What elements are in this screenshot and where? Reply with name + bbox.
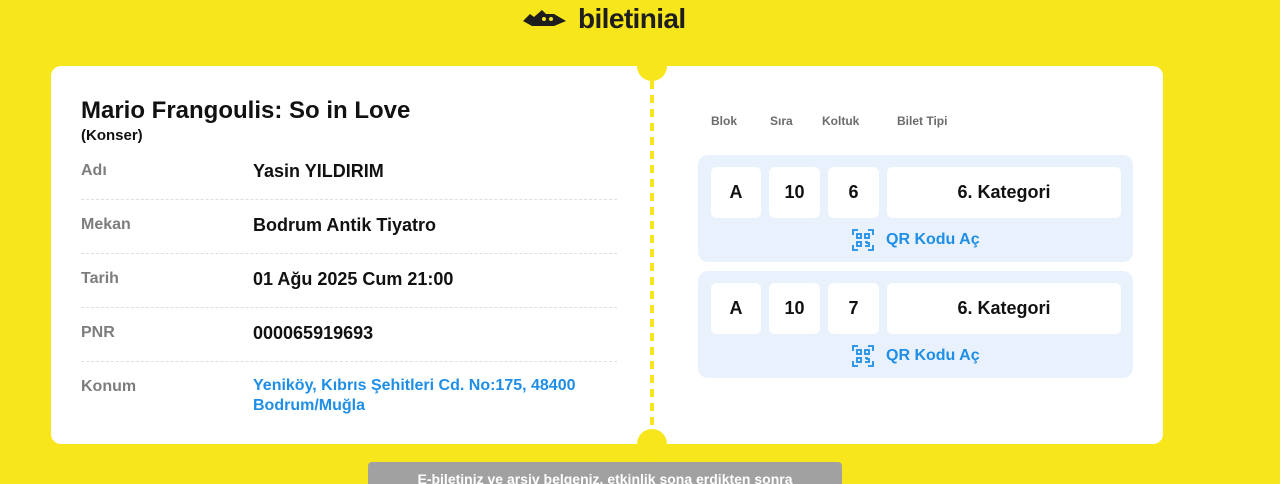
seat-block: A [711, 167, 761, 218]
ticket-notch-top [637, 51, 667, 81]
seat-row: 10 [769, 283, 820, 334]
seat-ticket-type: 6. Kategori [887, 167, 1121, 218]
seat-card: A 10 6 6. Kategori QR Kodu Aç [698, 155, 1133, 262]
seat-row: 10 [769, 167, 820, 218]
detail-row-name: Adı Yasin YILDIRIM [81, 146, 617, 200]
detail-value: Bodrum Antik Tiyatro [253, 215, 437, 235]
header-seat: Koltuk [822, 114, 860, 128]
open-qr-button[interactable]: QR Kodu Aç [852, 229, 980, 251]
open-qr-button[interactable]: QR Kodu Aç [852, 345, 980, 367]
qr-code-icon [852, 229, 874, 251]
location-link[interactable]: Yeniköy, Kıbrıs Şehitleri Cd. No:175, 48… [253, 376, 608, 416]
detail-row-date: Tarih 01 Ağu 2025 Cum 21:00 [81, 254, 617, 308]
seat-number: 7 [828, 283, 879, 334]
detail-label: Tarih [81, 270, 119, 287]
detail-row-venue: Mekan Bodrum Antik Tiyatro [81, 200, 617, 254]
detail-row-location: Konum Yeniköy, Kıbrıs Şehitleri Cd. No:1… [81, 362, 617, 432]
detail-value: 01 Ağu 2025 Cum 21:00 [253, 269, 454, 289]
archive-notice: E-biletiniz ve arşiv belgeniz, etkinlik … [368, 462, 842, 484]
detail-label: PNR [81, 324, 115, 341]
seat-number: 6 [828, 167, 879, 218]
header-row: Sıra [770, 114, 793, 128]
seat-block: A [711, 283, 761, 334]
detail-value: 000065919693 [253, 323, 374, 343]
ticket-details: Adı Yasin YILDIRIM Mekan Bodrum Antik Ti… [81, 146, 617, 432]
ticket-info-panel: Mario Frangoulis: So in Love (Konser) Ad… [51, 66, 652, 444]
detail-row-pnr: PNR 000065919693 [81, 308, 617, 362]
event-title: Mario Frangoulis: So in Love [81, 97, 411, 124]
ticket: Mario Frangoulis: So in Love (Konser) Ad… [51, 51, 1163, 459]
seat-ticket-type: 6. Kategori [887, 283, 1121, 334]
ticket-perforation [650, 81, 654, 429]
event-type: (Konser) [81, 127, 143, 144]
header-ticket-type: Bilet Tipi [897, 114, 948, 128]
seat-card: A 10 7 6. Kategori QR Kodu Aç [698, 271, 1133, 378]
ticket-notch-bottom [637, 429, 667, 459]
qr-code-icon [852, 345, 874, 367]
detail-label: Adı [81, 162, 107, 179]
brand-name: biletinial [578, 3, 686, 34]
detail-label: Mekan [81, 216, 131, 233]
qr-link-label: QR Kodu Aç [886, 347, 980, 364]
header-block: Blok [711, 114, 738, 128]
ticket-logo-icon [523, 10, 566, 26]
ticket-page: biletinial Mario Frangoulis: So in Love … [0, 0, 1280, 484]
seat-panel: Blok Sıra Koltuk Bilet Tipi A 10 6 6. Ka… [652, 66, 1163, 444]
detail-label: Konum [81, 378, 137, 395]
qr-link-label: QR Kodu Aç [886, 231, 980, 248]
brand-logo[interactable]: biletinial [520, 3, 686, 35]
detail-value: Yasin YILDIRIM [253, 161, 384, 181]
